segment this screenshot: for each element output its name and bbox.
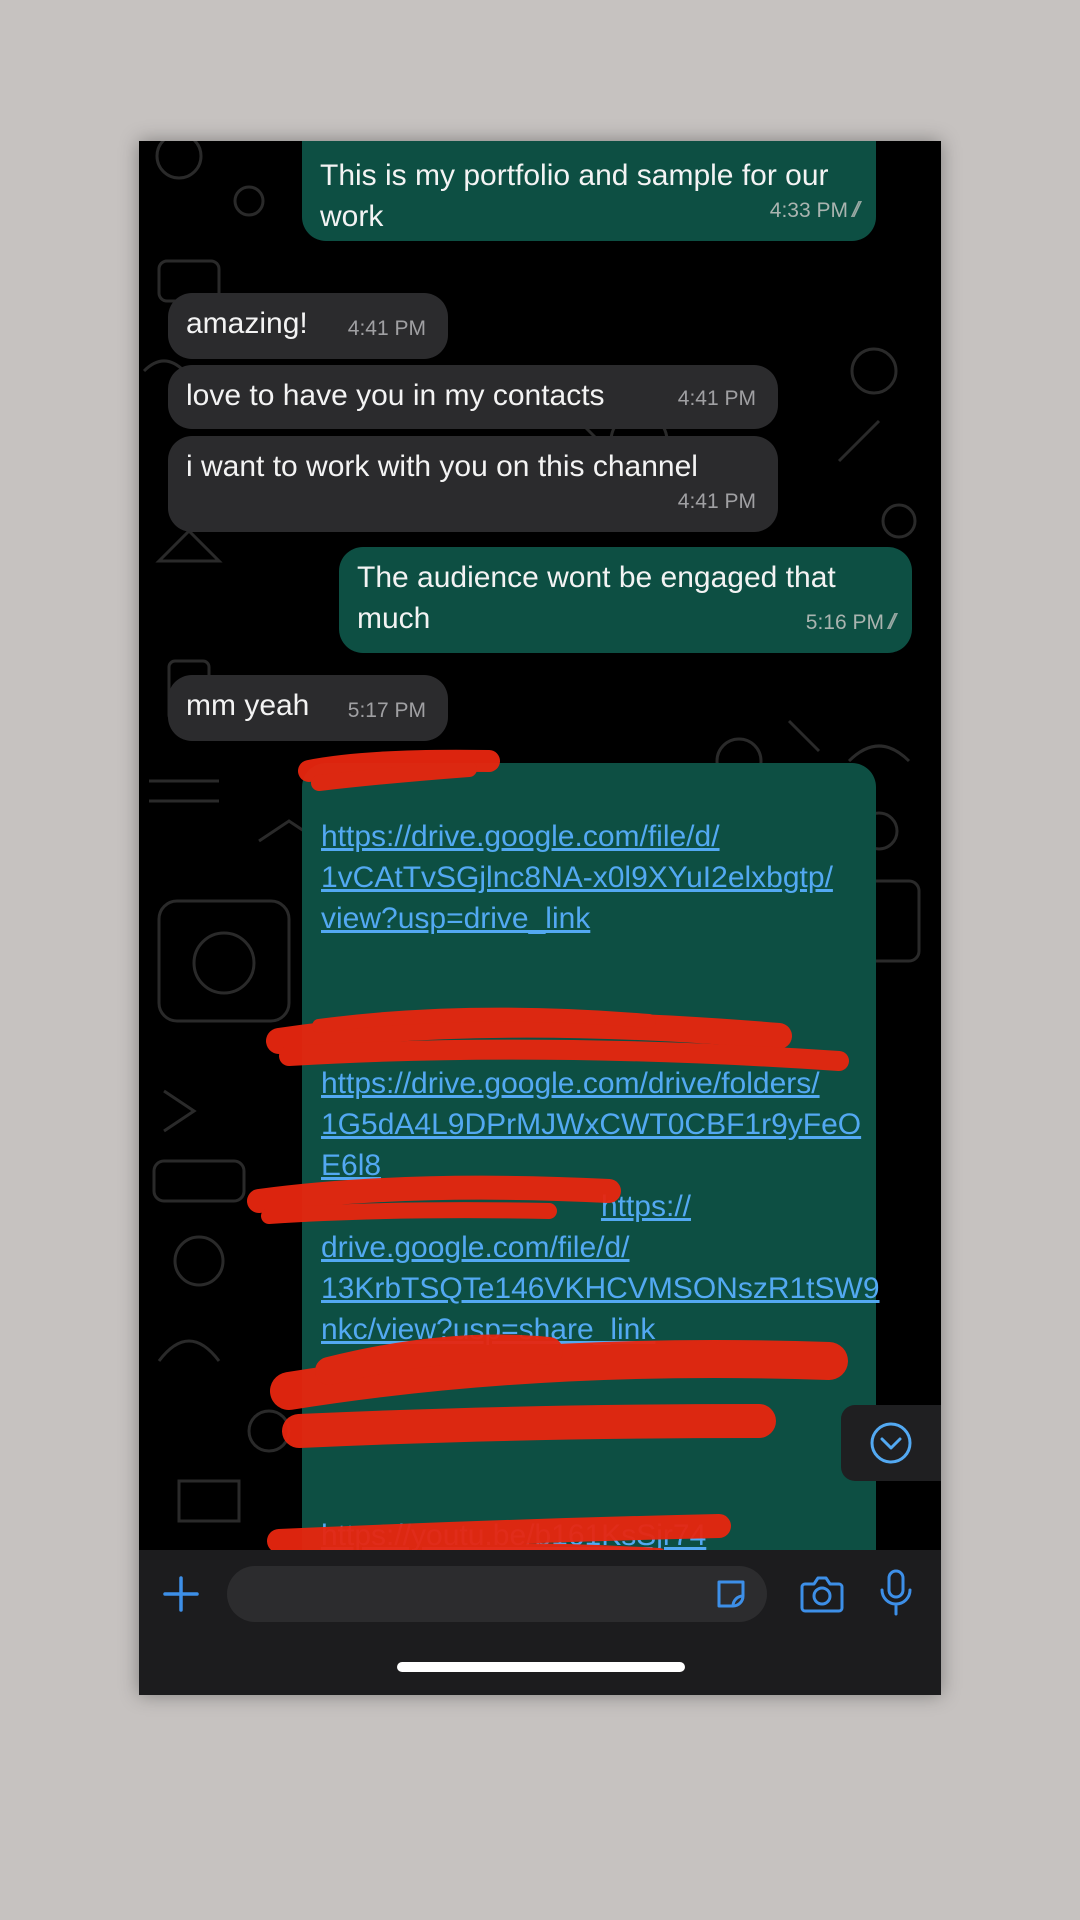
camera-icon[interactable] xyxy=(799,1572,845,1616)
redaction-scribbles xyxy=(247,749,849,1564)
microphone-icon[interactable] xyxy=(878,1568,914,1618)
message-input-bar xyxy=(139,1550,941,1695)
chevron-down-circle-icon xyxy=(870,1422,912,1464)
chat-screen: This is my portfolio and sample for our … xyxy=(139,141,941,1695)
plus-icon[interactable] xyxy=(161,1574,201,1614)
scroll-to-bottom-button[interactable] xyxy=(841,1405,941,1481)
sticker-icon[interactable] xyxy=(713,1576,749,1612)
home-indicator[interactable] xyxy=(397,1662,685,1672)
message-input-field[interactable] xyxy=(227,1566,767,1622)
